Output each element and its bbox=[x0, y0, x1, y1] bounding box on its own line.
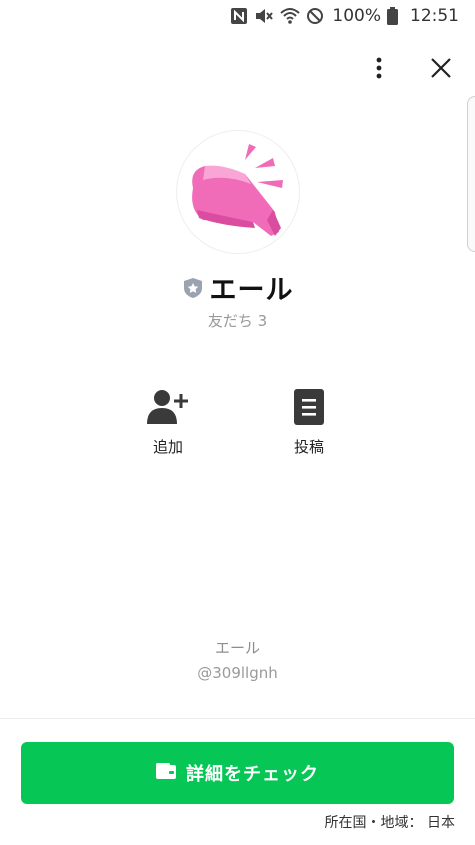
battery-icon bbox=[387, 7, 398, 25]
side-panel-handle[interactable] bbox=[467, 96, 475, 252]
mute-icon bbox=[254, 7, 274, 25]
clock: 12:51 bbox=[410, 6, 459, 26]
close-icon[interactable] bbox=[427, 54, 455, 82]
certified-badge-icon bbox=[182, 276, 204, 300]
megaphone-icon bbox=[183, 140, 293, 244]
account-display-name: エール bbox=[214, 639, 260, 657]
friends-count[interactable]: 友だち 3 bbox=[0, 310, 475, 331]
post-label: 投稿 bbox=[293, 438, 324, 456]
status-icons: 100% 12:51 bbox=[230, 6, 459, 26]
profile-name-row: エール bbox=[0, 268, 475, 307]
profile-avatar[interactable] bbox=[176, 130, 300, 254]
post-icon bbox=[293, 388, 325, 430]
region-info: 所在国・地域： 日本 bbox=[324, 815, 455, 831]
account-line-id: @309llgnh bbox=[197, 664, 278, 682]
post-button[interactable]: 投稿 bbox=[269, 388, 349, 457]
wifi-icon bbox=[280, 7, 301, 25]
status-bar: 100% 12:51 bbox=[0, 0, 475, 34]
nfc-icon bbox=[230, 7, 248, 25]
add-friend-label: 追加 bbox=[152, 438, 183, 456]
wallet-icon bbox=[156, 763, 176, 783]
profile-header-actions bbox=[365, 54, 455, 82]
more-vertical-icon[interactable] bbox=[365, 54, 393, 82]
battery-percentage: 100% bbox=[332, 6, 381, 26]
check-details-button[interactable]: 詳細をチェック bbox=[21, 742, 454, 804]
add-friend-button[interactable]: 追加 bbox=[128, 388, 208, 457]
do-not-disturb-icon bbox=[306, 7, 324, 25]
add-friend-icon bbox=[147, 388, 189, 430]
divider bbox=[0, 718, 475, 719]
profile-name: エール bbox=[209, 275, 294, 306]
check-details-label: 詳細をチェック bbox=[186, 764, 319, 785]
